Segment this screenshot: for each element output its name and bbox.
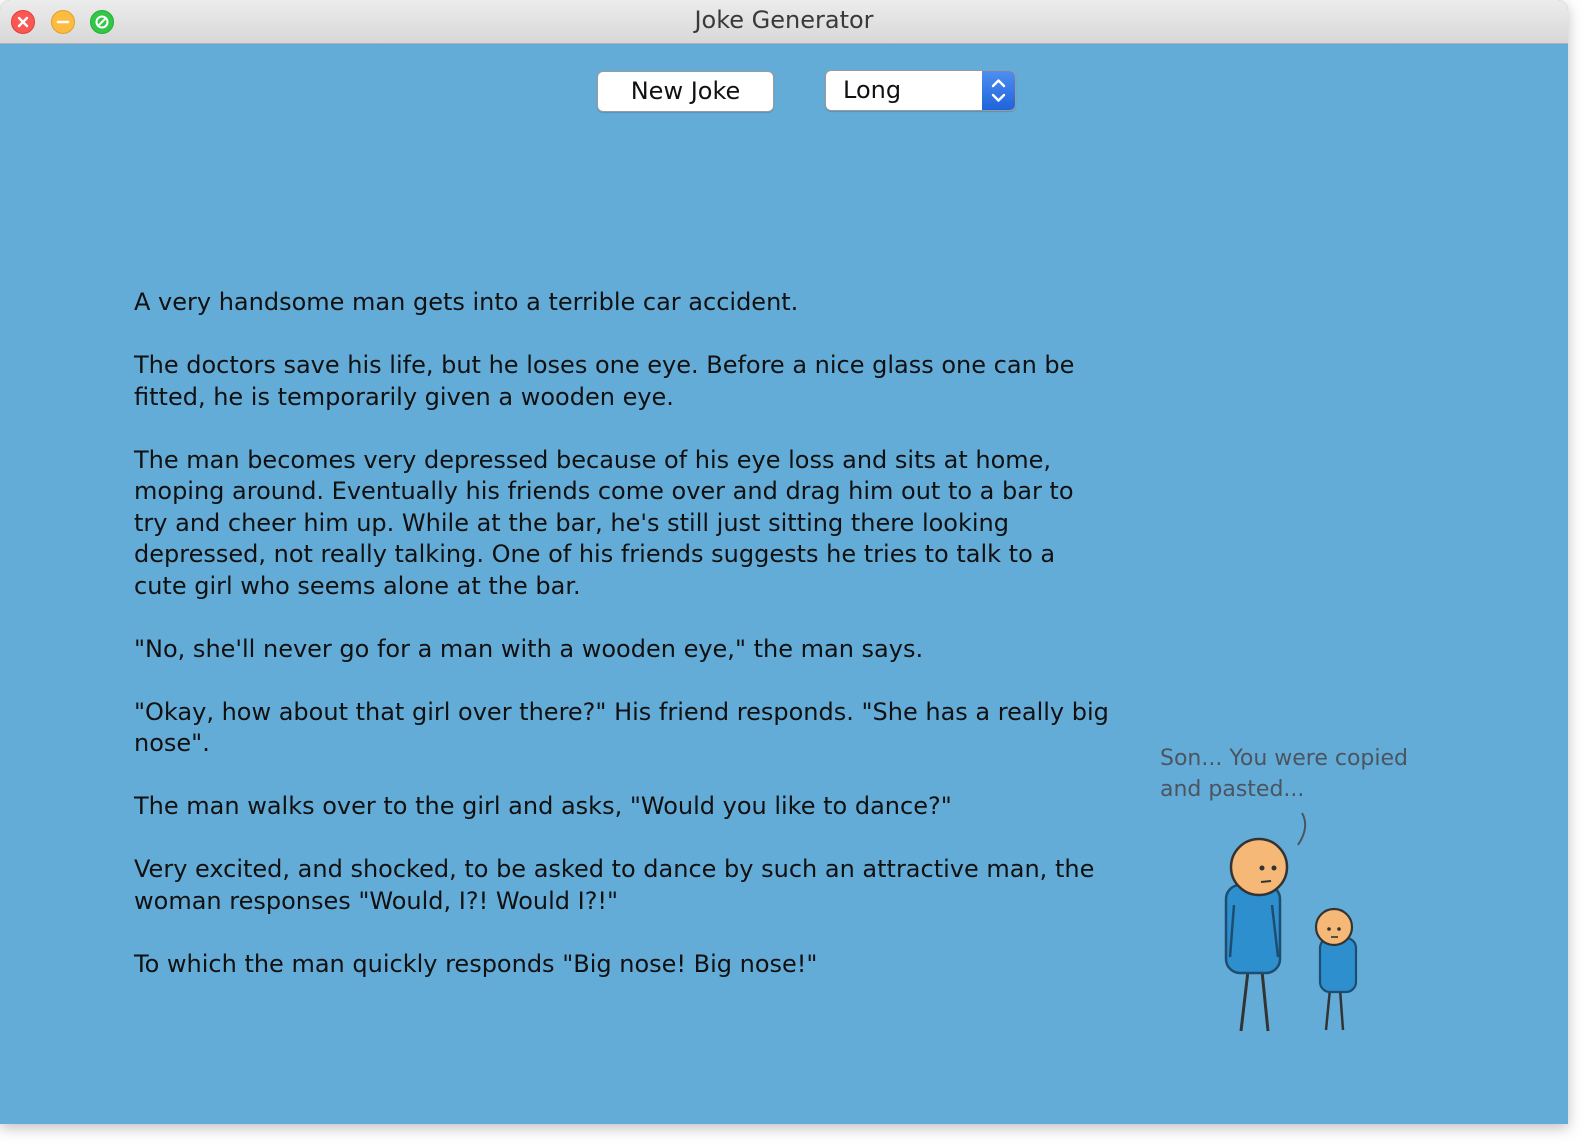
joke-paragraph: The man walks over to the girl and asks,… xyxy=(134,792,952,820)
window-title: Joke Generator xyxy=(694,6,874,34)
joke-length-value: Long xyxy=(843,76,902,104)
father-figure xyxy=(1224,837,1289,1032)
joke-paragraph: A very handsome man gets into a terrible… xyxy=(134,288,799,316)
joke-paragraph: "No, she'll never go for a man with a wo… xyxy=(134,634,924,663)
comic-figures xyxy=(1224,812,1358,1032)
joke-paragraph: The man becomes very depressed because o… xyxy=(134,445,1074,600)
comic-image: Son... You were copied and pasted... xyxy=(1150,735,1440,1045)
chevron-updown-icon xyxy=(991,79,1006,102)
joke-length-select[interactable]: Long xyxy=(825,70,1016,111)
joke-paragraph: "Okay, how about that girl over there?" … xyxy=(134,697,1109,758)
chevron-down-icon xyxy=(991,93,1006,102)
joke-paragraph: Very excited, and shocked, to be asked t… xyxy=(134,855,1095,915)
chevron-up-icon xyxy=(991,79,1006,88)
app-window: Joke Generator New Joke Long A very hand… xyxy=(0,0,1568,1124)
title-bar: Joke Generator xyxy=(0,0,1568,44)
joke-text: A very handsome man gets into a terrible… xyxy=(134,287,1109,1012)
select-stepper[interactable] xyxy=(982,71,1015,110)
joke-paragraph: The doctors save his life, but he loses … xyxy=(134,351,1075,411)
new-joke-button[interactable]: New Joke xyxy=(597,71,774,112)
joke-paragraph: To which the man quickly responds "Big n… xyxy=(134,949,818,978)
son-figure xyxy=(1314,907,1358,1031)
